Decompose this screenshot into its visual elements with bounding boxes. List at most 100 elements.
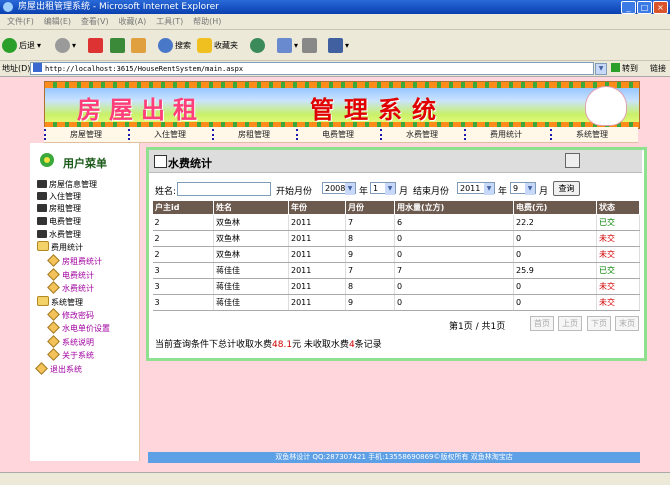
cell-name: 蒋佳佳 [213, 262, 289, 279]
cell-month: 7 [345, 262, 395, 279]
col-month: 月份 [345, 200, 395, 215]
menu-item-water[interactable]: 水费管理 [37, 229, 81, 240]
menu-item-electric[interactable]: 电费管理 [37, 216, 81, 227]
cell-year: 2011 [288, 262, 346, 279]
table-row: 3 蒋佳佳 2011 7 7 25.9 已交 [152, 262, 640, 279]
cell-name: 双鱼林 [213, 214, 289, 231]
maximize-icon[interactable]: □ [637, 1, 652, 14]
stop-button[interactable] [88, 36, 105, 54]
cell-water-usage: 6 [394, 214, 514, 231]
nav-stats[interactable]: 费用统计 [464, 127, 548, 142]
cell-name: 蒋佳佳 [213, 294, 289, 311]
prev-page-button[interactable]: 上页 [558, 316, 582, 331]
edit-button[interactable]: ▾ [328, 36, 349, 54]
nav-house[interactable]: 房屋管理 [44, 127, 128, 142]
menu-bar: 文件(F) 编辑(E) 查看(V) 收藏(A) 工具(T) 帮助(H) [0, 14, 670, 30]
nav-water[interactable]: 水费管理 [380, 127, 464, 142]
menu-item-about[interactable]: 关于系统 [47, 348, 94, 361]
start-year-select[interactable]: 2008 [322, 182, 356, 195]
folder-open-icon [37, 296, 49, 306]
back-icon [2, 37, 17, 53]
name-label: 姓名: [155, 187, 177, 197]
cell-fee: 0 [513, 294, 597, 311]
query-button[interactable]: 查询 [553, 181, 580, 196]
back-button[interactable]: 后退 ▾ [2, 36, 41, 54]
menu-group-system[interactable]: 系统管理 [37, 296, 83, 308]
start-month-select[interactable]: 1 [370, 182, 396, 195]
menu-item-water-stats[interactable]: 水费统计 [47, 281, 94, 294]
links-label[interactable]: 链接 [650, 61, 666, 76]
menu-help[interactable]: 帮助(H) [193, 14, 221, 29]
table-row: 2 双鱼林 2011 9 0 0 未交 [152, 246, 640, 263]
nav-checkin[interactable]: 入住管理 [128, 127, 212, 142]
cell-water-usage: 7 [394, 262, 514, 279]
last-page-button[interactable]: 末页 [615, 316, 639, 331]
book-icon [37, 204, 47, 212]
diamond-icon [47, 308, 60, 321]
print-icon[interactable] [565, 153, 580, 168]
go-button[interactable]: 转到 [611, 61, 638, 76]
forward-button[interactable]: ▾ [55, 36, 76, 54]
menu-item-system-help[interactable]: 系统说明 [47, 335, 94, 348]
menu-item-electric-stats[interactable]: 电费统计 [47, 268, 94, 281]
menu-view[interactable]: 查看(V) [81, 14, 109, 29]
favorites-button[interactable]: 收藏夹 [197, 36, 238, 54]
cell-fee: 0 [513, 230, 597, 247]
menu-item-rent[interactable]: 房租管理 [37, 203, 81, 214]
end-month-select[interactable]: 9 [510, 182, 536, 195]
menu-item-price-settings[interactable]: 水电单价设置 [47, 321, 110, 334]
window-title-bar: 房屋出租管理系统 - Microsoft Internet Explorer _… [0, 0, 670, 14]
diamond-icon [47, 321, 60, 334]
end-year-select[interactable]: 2011 [457, 182, 495, 195]
book-icon [37, 217, 47, 225]
status-bar [0, 472, 670, 485]
menu-group-stats[interactable]: 费用统计 [37, 241, 83, 253]
nav-rent[interactable]: 房租管理 [212, 127, 296, 142]
menu-item-logout[interactable]: 退出系统 [35, 362, 82, 375]
search-button[interactable]: 搜索 [158, 36, 191, 54]
close-icon[interactable]: × [653, 1, 668, 14]
cell-owner-id: 2 [152, 246, 214, 263]
first-page-button[interactable]: 首页 [530, 316, 554, 331]
diamond-icon [35, 362, 48, 375]
mail-button[interactable]: ▾ [277, 36, 298, 54]
menu-item-house-info[interactable]: 房屋信息管理 [37, 179, 97, 190]
summary-amount: 48.1 [272, 340, 293, 350]
top-nav: 房屋管理 入住管理 房租管理 电费管理 水费管理 费用统计 系统管理 [44, 127, 638, 143]
nav-system[interactable]: 系统管理 [550, 127, 634, 142]
menu-item-rent-stats[interactable]: 房租费统计 [47, 254, 102, 267]
diamond-icon [47, 281, 60, 294]
menu-item-checkin[interactable]: 入住管理 [37, 191, 81, 202]
address-dropdown-icon[interactable]: ▼ [595, 63, 607, 75]
menu-tools[interactable]: 工具(T) [156, 14, 183, 29]
cell-status: 未交 [596, 294, 640, 311]
next-page-button[interactable]: 下页 [587, 316, 611, 331]
nav-electric[interactable]: 电费管理 [296, 127, 380, 142]
flower-icon [38, 151, 60, 169]
cell-water-usage: 0 [394, 230, 514, 247]
minimize-icon[interactable]: _ [621, 1, 636, 14]
home-button[interactable] [131, 36, 148, 54]
menu-edit[interactable]: 编辑(E) [44, 14, 71, 29]
menu-item-change-password[interactable]: 修改密码 [47, 308, 94, 321]
menu-file[interactable]: 文件(F) [7, 14, 34, 29]
diamond-icon [47, 348, 60, 361]
refresh-button[interactable] [110, 36, 127, 54]
cell-owner-id: 3 [152, 262, 214, 279]
book-icon [37, 230, 47, 238]
name-input[interactable] [177, 182, 271, 196]
print-button[interactable] [302, 36, 319, 54]
table-row: 2 双鱼林 2011 7 6 22.2 已交 [152, 214, 640, 231]
address-input[interactable]: http://localhost:3615/HouseRentSystem/ma… [30, 62, 594, 75]
page-footer: 双鱼林设计 QQ:287307421 手机:13558690869©版权所有 双… [148, 452, 640, 463]
col-fee: 电费(元) [513, 200, 597, 215]
cell-water-usage: 0 [394, 278, 514, 295]
panel-icon [154, 155, 167, 168]
water-fee-table: 户主id 姓名 年份 月份 用水量(立方) 电费(元) 状态 2 双鱼林 201… [152, 200, 640, 311]
cell-month: 9 [345, 294, 395, 311]
menu-favorites[interactable]: 收藏(A) [118, 14, 146, 29]
cell-name: 双鱼林 [213, 246, 289, 263]
end-month-unit: 月 [539, 187, 549, 197]
cell-status: 已交 [596, 262, 640, 279]
history-button[interactable] [250, 36, 267, 54]
